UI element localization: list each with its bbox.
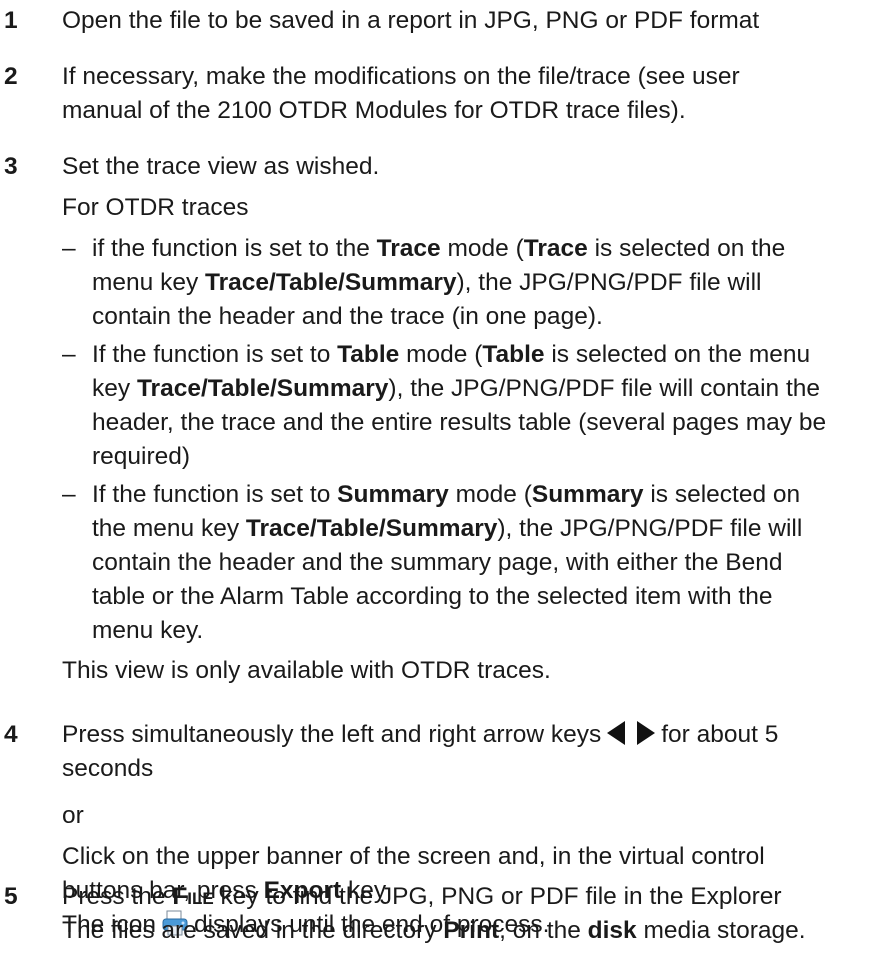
left-arrow-icon xyxy=(607,720,626,745)
step-number: 1 xyxy=(4,7,18,34)
dash-marker: – xyxy=(62,481,76,508)
step-number: 2 xyxy=(4,63,18,90)
step-text: Press simultaneously the left and right … xyxy=(62,720,779,782)
step-text: Press the File key to find the JPG, PNG … xyxy=(62,883,806,944)
step-number: 3 xyxy=(4,153,18,180)
step-text: Set the trace view as wished. xyxy=(62,153,380,180)
dash-marker: – xyxy=(62,235,76,262)
step-number: 4 xyxy=(4,721,18,748)
step-text: Open the file to be saved in a report in… xyxy=(62,7,760,34)
subheading: For OTDR traces xyxy=(62,194,249,221)
step-text: If necessary, make the modifications on … xyxy=(62,63,740,124)
or-text: or xyxy=(62,802,84,829)
step-number: 5 xyxy=(4,883,18,910)
right-arrow-icon xyxy=(637,720,656,745)
note-text: This view is only available with OTDR tr… xyxy=(62,657,551,684)
dash-marker: – xyxy=(62,341,76,368)
